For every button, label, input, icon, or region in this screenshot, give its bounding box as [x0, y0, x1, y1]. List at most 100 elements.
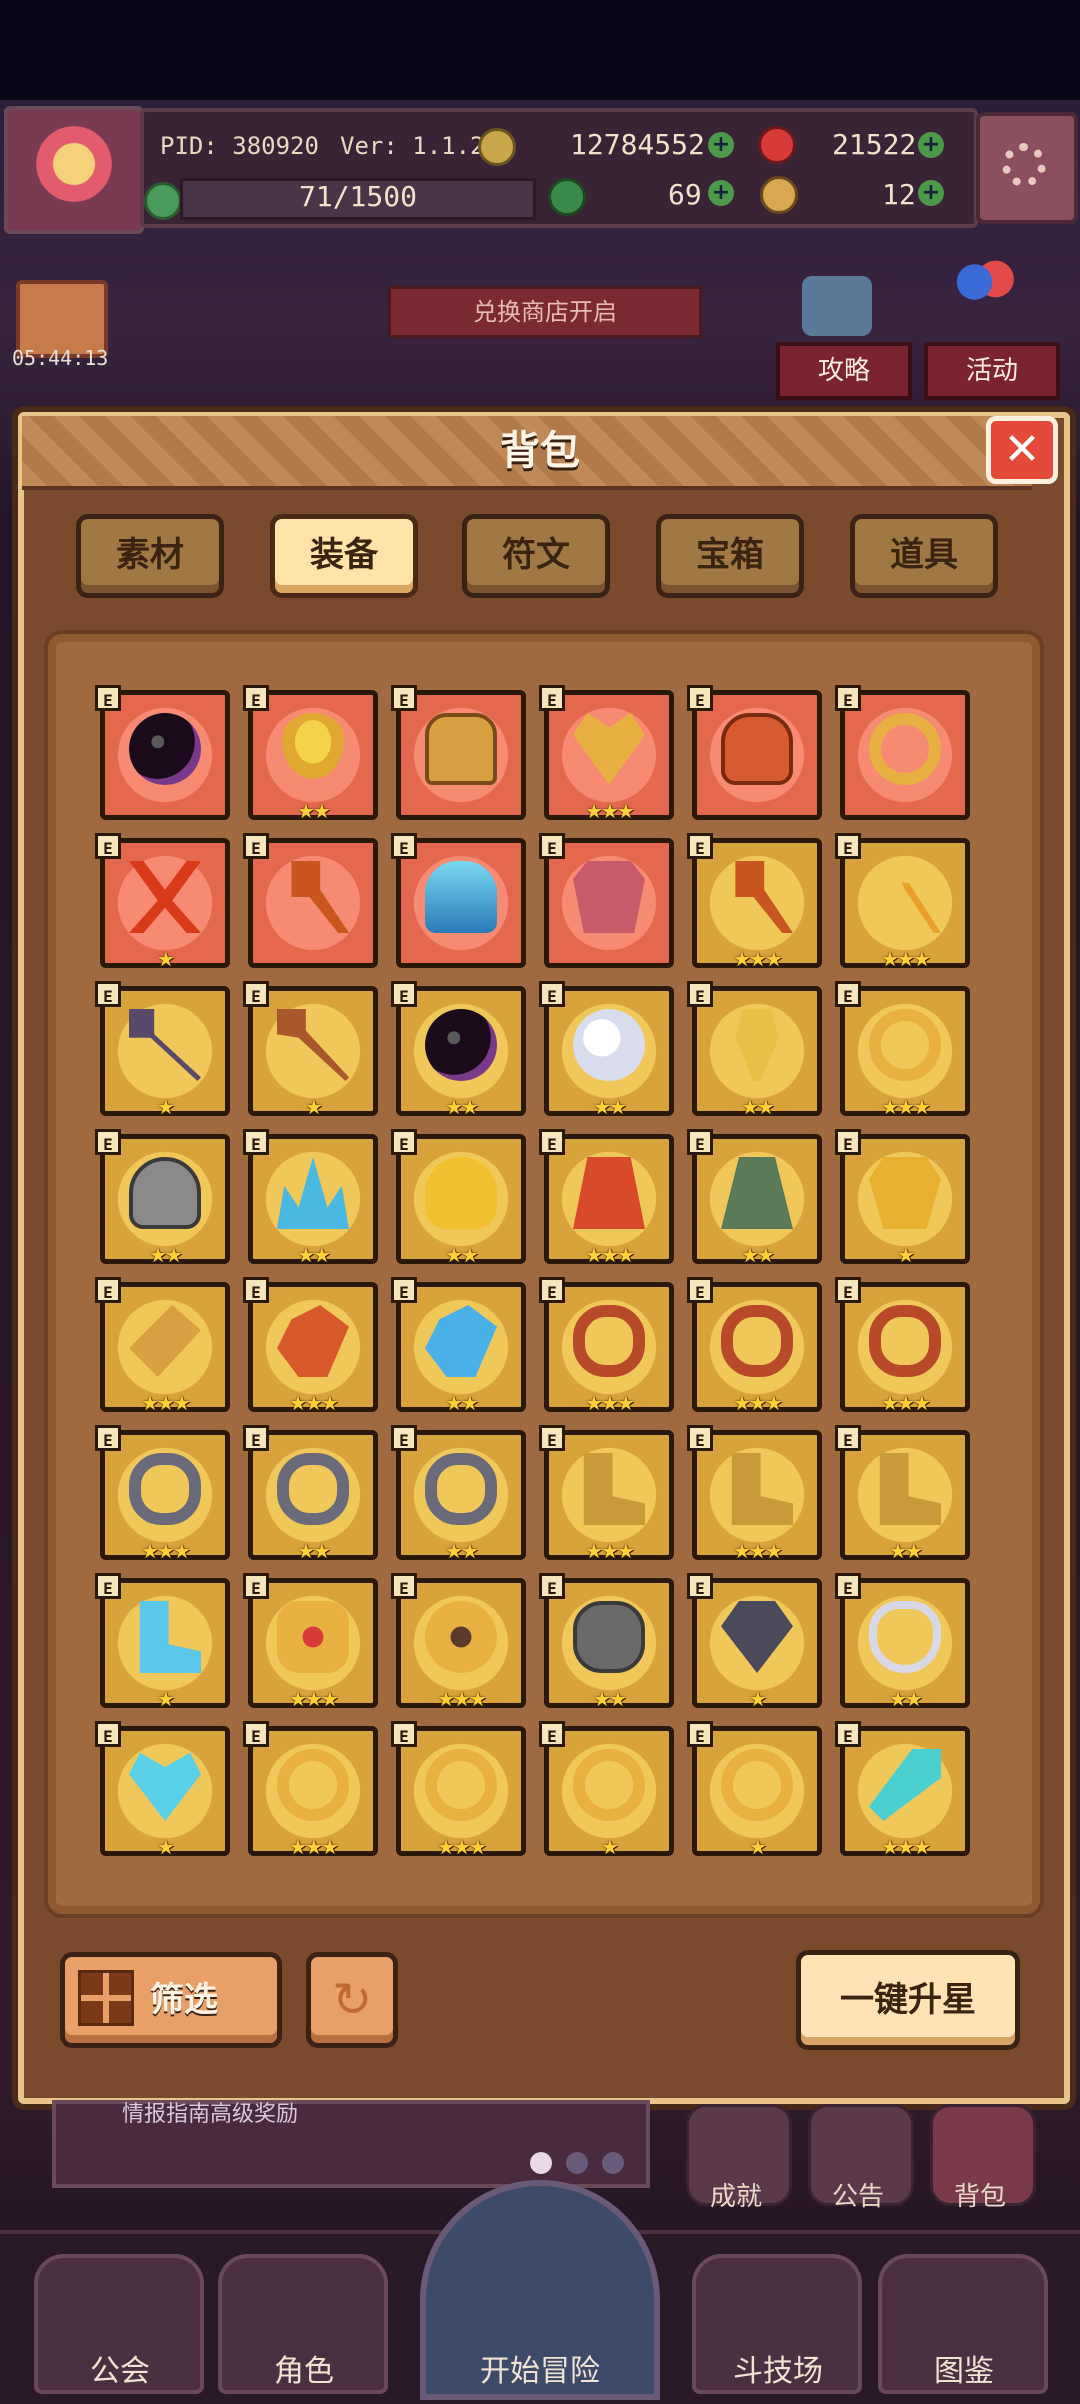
equipment-slot-emerald-ring[interactable]: E ★★★: [391, 1721, 526, 1859]
exchange-shop-banner[interactable]: 兑换商店开启: [388, 286, 702, 338]
equip-badge: E: [95, 1721, 121, 1747]
tab-runes[interactable]: 符文: [462, 514, 610, 598]
star-rating: ★★: [149, 1243, 183, 1267]
add-key-icon[interactable]: +: [918, 180, 944, 206]
equipment-slot-wooden-staff[interactable]: E ★: [243, 981, 378, 1119]
equipment-slot-ice-wand[interactable]: E ★★★: [835, 1721, 970, 1859]
heart-icon: [129, 1752, 201, 1821]
star-rating: ★: [157, 1687, 175, 1711]
equipment-slot-steel-collar[interactable]: E ★★: [391, 1425, 526, 1563]
refresh-button[interactable]: ↻: [306, 1952, 398, 2048]
equipment-slot-gem-scepter[interactable]: E ★★: [687, 981, 822, 1119]
equipment-slot-ice-glove[interactable]: E ★★: [391, 1277, 526, 1415]
equipment-slot-crown-ring[interactable]: E ★★★: [243, 1721, 378, 1859]
close-button[interactable]: ✕: [986, 416, 1058, 484]
gear-icon: [1002, 143, 1046, 187]
news-panel[interactable]: 情报指南高级奖励: [52, 2100, 650, 2188]
equipment-slot-spiked-mace[interactable]: E ★: [95, 981, 230, 1119]
star-rating: ★★★: [437, 1687, 487, 1711]
equipment-slot-fire-axe[interactable]: E: [243, 833, 378, 968]
glove-icon: [277, 1305, 349, 1377]
medallion-icon: [277, 1601, 349, 1673]
equipment-slot-jade-orb[interactable]: E ★★: [391, 981, 526, 1119]
equipment-slot-twin-blades[interactable]: E ★: [95, 833, 230, 971]
equipment-slot-bone-axe[interactable]: E ★★★: [687, 833, 822, 971]
add-clover-icon[interactable]: +: [708, 180, 734, 206]
nav-guild-label: 公会: [90, 2354, 150, 2389]
equipment-slot-pearl-necklace[interactable]: E ★★: [835, 1573, 970, 1711]
equip-badge: E: [687, 981, 713, 1007]
equipment-slot-diamond-ring[interactable]: E ★: [687, 1721, 822, 1859]
equipment-slot-flame-robe[interactable]: E ★★★: [539, 1129, 674, 1267]
equipment-slot-crystal-helm[interactable]: E: [391, 833, 526, 968]
equipment-slot-iron-shield[interactable]: E ★★: [539, 1573, 674, 1711]
equipment-slot-gold-circlet[interactable]: E ★★★: [835, 981, 970, 1119]
carousel-dot[interactable]: [602, 2152, 624, 2174]
equipment-slot-sun-medallion[interactable]: E ★★★: [391, 1573, 526, 1711]
filter-label: 筛选: [150, 1980, 218, 2020]
equipment-slot-stone-hood[interactable]: E ★★: [95, 1129, 230, 1267]
equipment-slot-frost-boots[interactable]: E ★: [95, 1573, 230, 1711]
tab-equipment[interactable]: 装备: [270, 514, 418, 598]
ice-glove-icon: [425, 1305, 497, 1377]
equipment-slot-fire-glove[interactable]: E ★★★: [243, 1277, 378, 1415]
add-gem-icon[interactable]: +: [918, 132, 944, 158]
one-click-star-up-button[interactable]: 一键升星: [796, 1950, 1020, 2050]
crown-icon: [277, 1157, 349, 1229]
star-rating: ★★: [297, 1243, 331, 1267]
equipment-slot-ember-boots[interactable]: E ★★★: [687, 1425, 822, 1563]
equipment-slot-iron-collar[interactable]: E ★★: [243, 1425, 378, 1563]
equipment-slot-dark-pendant[interactable]: E ★: [687, 1573, 822, 1711]
star-rating: ★★: [741, 1095, 775, 1119]
carousel-dot-active[interactable]: [530, 2152, 552, 2174]
equipment-slot-gold-bracer[interactable]: E ★★★: [95, 1277, 230, 1415]
equip-badge: E: [243, 1129, 269, 1155]
shield-icon: [573, 1601, 645, 1673]
equipment-slot-gold-cap[interactable]: E ★★: [391, 1129, 526, 1267]
scepter-icon: [735, 1009, 779, 1081]
guide-button[interactable]: 攻略: [776, 342, 912, 400]
equipment-slot-gold-boots[interactable]: E ★★★: [539, 1425, 674, 1563]
add-gold-icon[interactable]: +: [708, 132, 734, 158]
equipment-slot-leaf-cloak[interactable]: E ★★: [687, 1129, 822, 1267]
equip-badge: E: [835, 1721, 861, 1747]
event-button[interactable]: 活动: [924, 342, 1060, 400]
equipment-slot-chain-armor[interactable]: E: [539, 833, 674, 968]
equip-badge: E: [95, 981, 121, 1007]
equipment-slot-bronze-collar[interactable]: E ★★★: [95, 1425, 230, 1563]
carousel-dot[interactable]: [566, 2152, 588, 2174]
equipment-slot-ruby-belt[interactable]: E ★★★: [835, 1277, 970, 1415]
chat-bubble-icon: [802, 276, 872, 336]
tab-chests[interactable]: 宝箱: [656, 514, 804, 598]
equipment-slot-red-pot[interactable]: E: [687, 685, 822, 820]
tab-items[interactable]: 道具: [850, 514, 998, 598]
star-rating: ★: [601, 1835, 619, 1859]
player-avatar[interactable]: [4, 106, 144, 234]
nav-codex-label: 图鉴: [934, 2354, 994, 2389]
tab-materials[interactable]: 素材: [76, 514, 224, 598]
equipment-slot-emerald-belt[interactable]: E ★★★: [539, 1277, 674, 1415]
equipment-slot-red-belt[interactable]: E ★★★: [687, 1277, 822, 1415]
equip-badge: E: [539, 1129, 565, 1155]
equipment-slot-heart-amulet[interactable]: E ★★★: [539, 685, 674, 823]
equipment-slot-ice-crown[interactable]: E ★★: [243, 1129, 378, 1267]
equipment-slot-shadow-boots[interactable]: E ★★: [835, 1425, 970, 1563]
settings-button[interactable]: [976, 112, 1078, 224]
equip-badge: E: [539, 1573, 565, 1599]
equipment-slot-ruby-ring[interactable]: E ★: [539, 1721, 674, 1859]
belt-icon: [573, 1305, 645, 1377]
equipment-slot-ruby-medallion[interactable]: E ★★★: [243, 1573, 378, 1711]
equipment-slot-pearl-orb[interactable]: E ★★: [539, 981, 674, 1119]
equipment-slot-trident[interactable]: E ★★★: [835, 833, 970, 971]
equipment-slot-gold-vest[interactable]: E ★: [835, 1129, 970, 1267]
equipment-slot-heart-pendant[interactable]: E ★: [95, 1721, 230, 1859]
equipment-slot-horned-helmet[interactable]: E: [391, 685, 526, 820]
ring-icon: [869, 1009, 941, 1081]
star-rating: ★★: [297, 799, 331, 823]
star-rating: ★: [897, 1243, 915, 1267]
equip-badge: E: [835, 1277, 861, 1303]
equipment-slot-dark-orb[interactable]: E: [95, 685, 230, 820]
boots-icon: [583, 1453, 645, 1525]
equipment-slot-gold-ring[interactable]: E: [835, 685, 970, 820]
equipment-slot-straw-hat[interactable]: E ★★: [243, 685, 378, 823]
